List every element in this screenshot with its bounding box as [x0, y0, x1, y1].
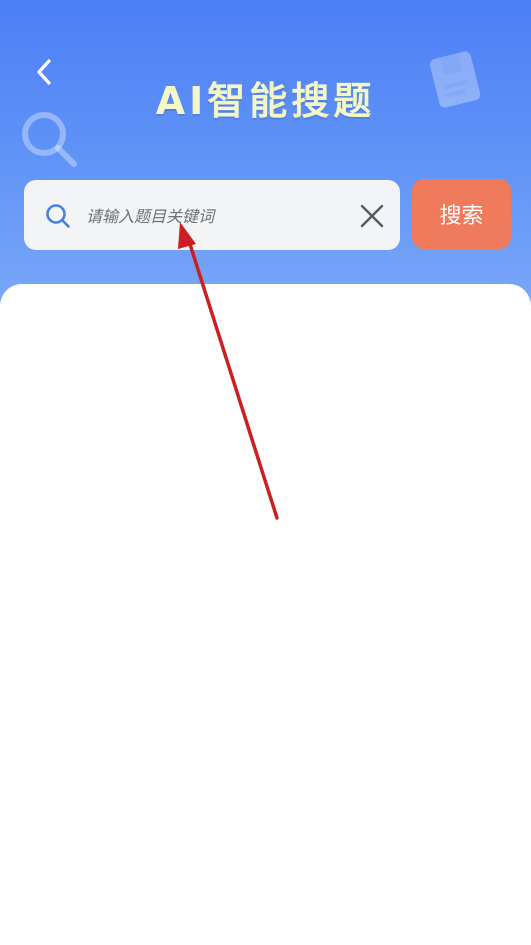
page-title: AI智能搜题: [155, 79, 376, 123]
close-icon[interactable]: [358, 202, 386, 230]
search-icon: [46, 204, 70, 228]
results-panel: [0, 284, 531, 945]
search-input[interactable]: [84, 195, 348, 237]
search-button[interactable]: 搜索: [412, 179, 511, 249]
search-box[interactable]: [24, 180, 400, 250]
